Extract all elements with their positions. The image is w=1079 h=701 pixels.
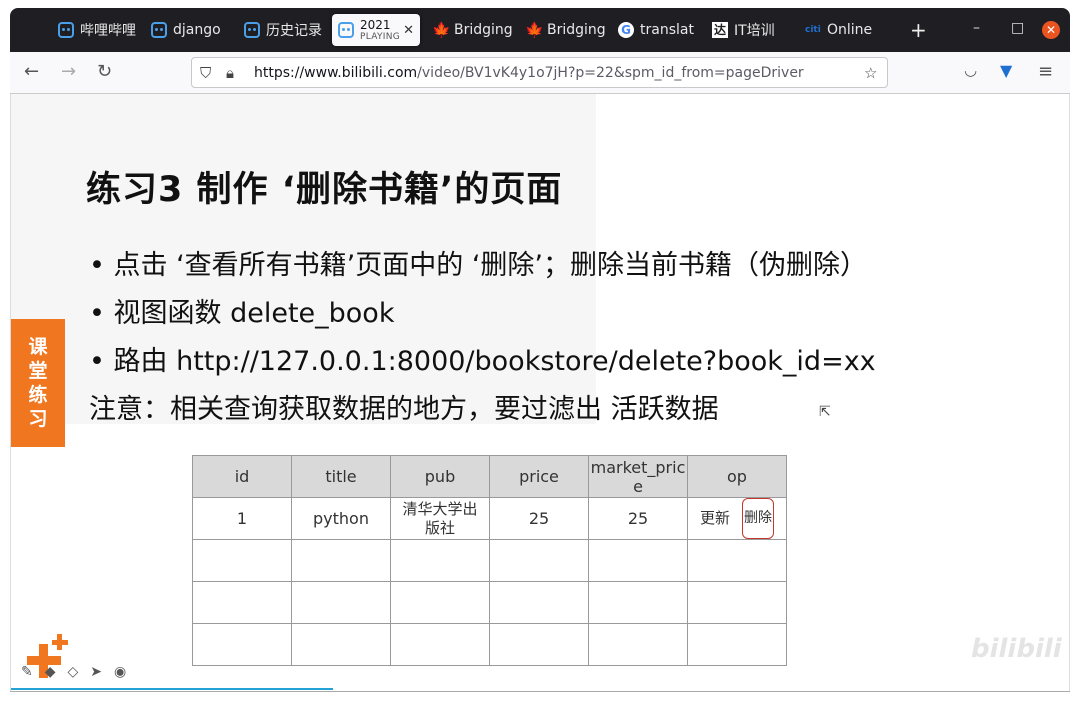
col-op: op	[687, 455, 787, 498]
col-market-price: market_price	[588, 455, 688, 498]
address-bar[interactable]: ⛉ 🔒︎ https://www.bilibili.com/video/BV1v…	[191, 57, 888, 88]
tab-playing-active[interactable]: 2021 PLAYING ✕	[332, 14, 420, 46]
bilibili-icon	[244, 22, 260, 38]
note-active-data: 注意：相关查询获取数据的地方，要过滤出 活跃数据	[89, 394, 719, 425]
marker-icon[interactable]: ◆	[45, 664, 56, 680]
books-table: id title pub price market_price op 1 pyt…	[192, 455, 787, 666]
back-arrow-icon[interactable]: ←	[24, 61, 39, 82]
it-icon: 达	[712, 22, 728, 38]
maple-leaf-icon: 🍁	[525, 21, 544, 39]
eraser-icon[interactable]: ◇	[68, 664, 79, 680]
video-progress-bar[interactable]	[11, 688, 333, 690]
mouse-cursor-icon: ⇱	[819, 404, 831, 420]
tab-history[interactable]: 历史记录	[244, 14, 326, 46]
bottom-divider	[10, 691, 1070, 692]
tab-bridging-2[interactable]: 🍁 Bridging	[525, 14, 607, 46]
table-row	[192, 539, 787, 582]
tab-bilibili-home[interactable]: 哔哩哔哩	[58, 14, 140, 46]
extension-icon[interactable]: ▼	[1000, 61, 1012, 80]
col-pub: pub	[390, 455, 490, 498]
update-link[interactable]: 更新	[700, 509, 730, 528]
bilibili-icon	[151, 22, 167, 38]
window-close-button[interactable]: ✕	[1042, 21, 1060, 39]
minimize-button[interactable]: –	[973, 20, 980, 36]
pocket-icon[interactable]: ◡	[964, 61, 977, 79]
navigation-toolbar: ← → ↻ ⛉ 🔒︎ https://www.bilibili.com/vide…	[10, 52, 1070, 94]
citi-icon: citi	[805, 25, 821, 35]
browser-window: 哔哩哔哩 django 历史记录 2021 PLAYING ✕ 🍁 Bridgi…	[0, 0, 1079, 701]
laser-icon[interactable]: ◉	[114, 664, 126, 680]
menu-hamburger-icon[interactable]: ≡	[1038, 61, 1053, 82]
bullet-click-delete: • 点击 ‘查看所有书籍’页面中的 ‘删除’；删除当前书籍（伪删除）	[89, 250, 868, 281]
col-id: id	[192, 455, 292, 498]
video-content: 练习3 制作 ‘删除书籍’的页面 • 点击 ‘查看所有书籍’页面中的 ‘删除’；…	[10, 94, 1070, 692]
bullet-route: • 路由 http://127.0.0.1:8000/bookstore/del…	[89, 346, 876, 377]
tab-close-icon[interactable]: ✕	[403, 23, 414, 38]
reload-icon[interactable]: ↻	[97, 61, 112, 82]
col-price: price	[489, 455, 589, 498]
google-icon: G	[618, 22, 634, 38]
tab-bridging-1[interactable]: 🍁 Bridging	[432, 14, 514, 46]
forward-arrow-icon[interactable]: →	[61, 61, 76, 82]
bilibili-watermark: bilibili	[971, 634, 1062, 664]
tab-it-training[interactable]: 达 IT培训	[712, 14, 794, 46]
classroom-exercise-tab: 课 堂 练 习	[11, 319, 65, 447]
table-row: 1 python 清华大学出版社 25 25 更新 删除	[192, 497, 787, 540]
tab-translate[interactable]: G translat	[618, 14, 700, 46]
bullet-view-function: • 视图函数 delete_book	[89, 298, 395, 329]
bilibili-icon	[58, 22, 74, 38]
bookmark-star-icon[interactable]: ☆	[864, 64, 877, 82]
col-title: title	[291, 455, 391, 498]
maple-leaf-icon: 🍁	[432, 21, 451, 39]
pen-icon[interactable]: ✎	[21, 664, 33, 680]
url-text[interactable]: https://www.bilibili.com/video/BV1vK4y1o…	[254, 65, 804, 81]
bilibili-icon	[338, 22, 354, 38]
pointer-icon[interactable]: ➤	[90, 664, 102, 680]
table-row	[192, 581, 787, 624]
delete-link[interactable]: 删除	[742, 498, 774, 539]
maximize-button[interactable]: □	[1011, 20, 1024, 36]
shield-icon[interactable]: ⛉	[200, 64, 211, 82]
annotation-toolbar: ✎ ◆ ◇ ➤ ◉	[21, 664, 126, 680]
lock-icon[interactable]: 🔒︎	[226, 64, 234, 82]
tab-strip: 哔哩哔哩 django 历史记录 2021 PLAYING ✕ 🍁 Bridgi…	[10, 8, 1070, 52]
tab-django[interactable]: django	[151, 14, 233, 46]
tab-online[interactable]: citi Online	[805, 14, 887, 46]
table-row	[192, 623, 787, 666]
table-header-row: id title pub price market_price op	[192, 455, 787, 498]
slide-title: 练习3 制作 ‘删除书籍’的页面	[86, 170, 563, 210]
new-tab-button[interactable]: +	[910, 18, 927, 42]
